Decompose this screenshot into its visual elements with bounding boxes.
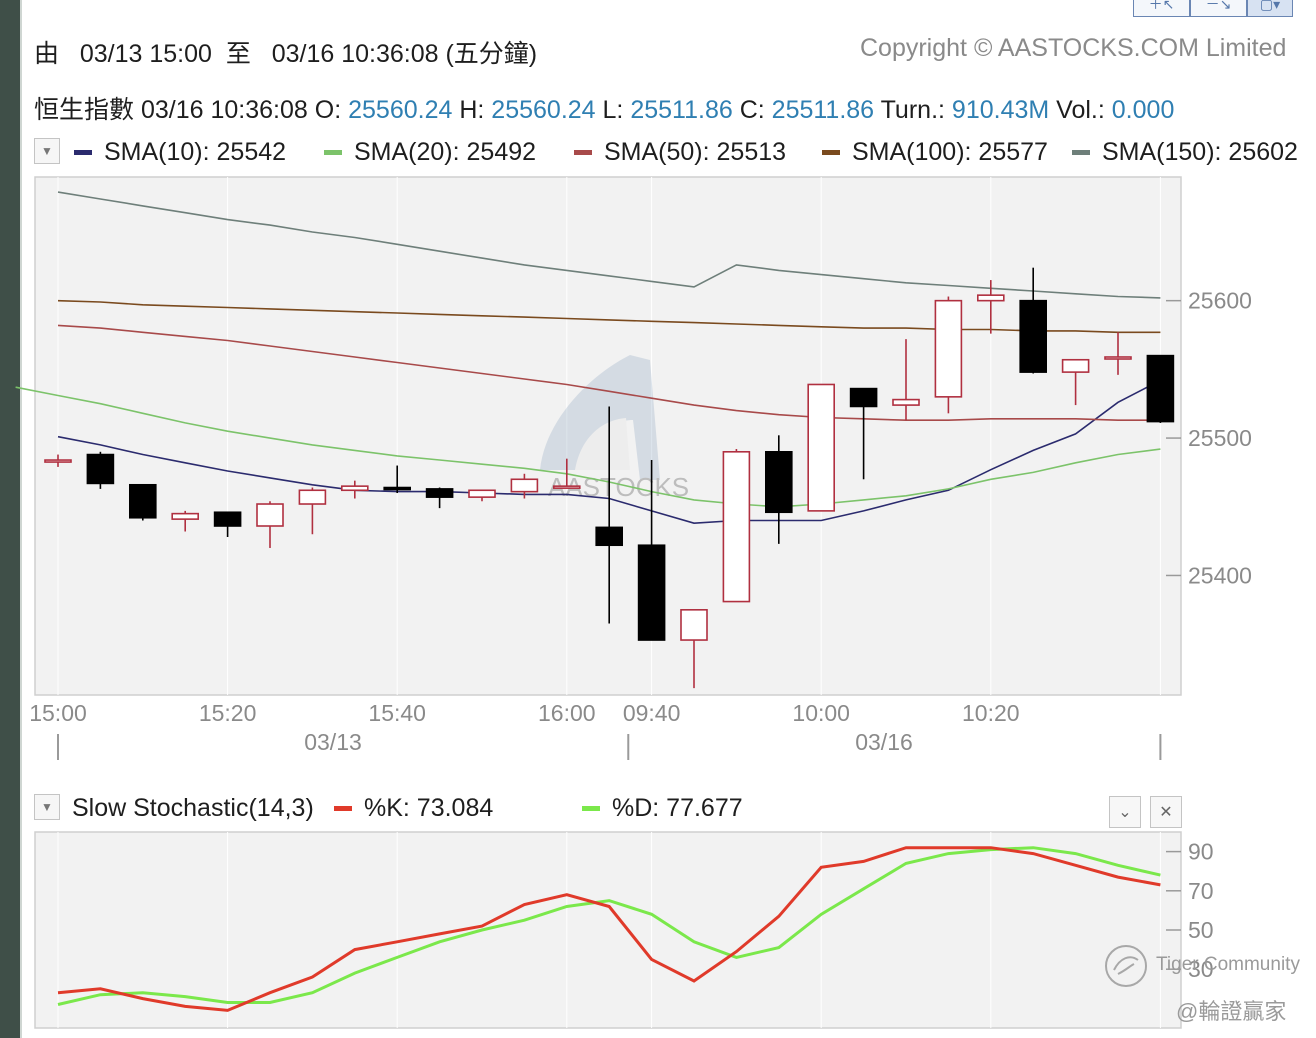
candle-body bbox=[86, 453, 115, 485]
candle-body bbox=[637, 544, 666, 641]
y-tick-label: 25500 bbox=[1188, 425, 1252, 451]
date-label: 03/13 bbox=[304, 729, 362, 755]
candle-body bbox=[383, 486, 412, 491]
x-tick-label: 10:00 bbox=[792, 700, 850, 726]
watermark-author: @輪證贏家 bbox=[1176, 999, 1287, 1024]
y-tick-label: 25600 bbox=[1188, 288, 1252, 314]
candle-body bbox=[1061, 358, 1090, 373]
candle-body bbox=[510, 478, 539, 493]
candle-body bbox=[1104, 356, 1132, 360]
candle-body bbox=[892, 398, 920, 406]
candle-body bbox=[595, 526, 624, 547]
candle-body bbox=[680, 609, 708, 641]
candle-body bbox=[722, 451, 751, 603]
x-tick-label: 15:40 bbox=[368, 700, 426, 726]
candle-body bbox=[213, 511, 242, 527]
candle-body bbox=[340, 485, 369, 492]
candle-body bbox=[425, 488, 454, 498]
x-axis: 15:00 15:20 15:40 16:00 09:40 10:00 10:20 03/13… bbox=[29, 700, 1162, 760]
candle-body bbox=[1146, 354, 1175, 423]
candle-body bbox=[44, 459, 72, 463]
candle-body bbox=[849, 387, 878, 408]
candle-body bbox=[468, 489, 496, 498]
price-chart[interactable]: AASTOCKS 254002550025600 15:00 15:20 15:40… bbox=[0, 0, 1316, 790]
x-tick-label: 09:40 bbox=[623, 700, 681, 726]
candle-body bbox=[976, 294, 1005, 302]
x-tick-label: 10:20 bbox=[962, 700, 1020, 726]
x-tick-label: 15:20 bbox=[199, 700, 257, 726]
watermark-community: Tiger Community bbox=[1156, 954, 1300, 975]
x-tick-label: 15:00 bbox=[29, 700, 87, 726]
candle-body bbox=[256, 503, 284, 527]
y-tick-label: 90 bbox=[1188, 839, 1214, 865]
candle-body bbox=[129, 483, 157, 519]
candle-body bbox=[1019, 299, 1048, 373]
candle-body bbox=[934, 299, 963, 398]
y-tick-label: 70 bbox=[1188, 878, 1214, 904]
candle-body bbox=[807, 383, 836, 512]
y-tick-label: 25400 bbox=[1188, 562, 1252, 588]
date-label: 03/16 bbox=[855, 729, 913, 755]
candle-body bbox=[298, 489, 327, 505]
candle-body bbox=[171, 512, 199, 520]
candle-body bbox=[764, 451, 793, 514]
candle-body bbox=[552, 485, 581, 489]
x-tick-label: 16:00 bbox=[538, 700, 596, 726]
